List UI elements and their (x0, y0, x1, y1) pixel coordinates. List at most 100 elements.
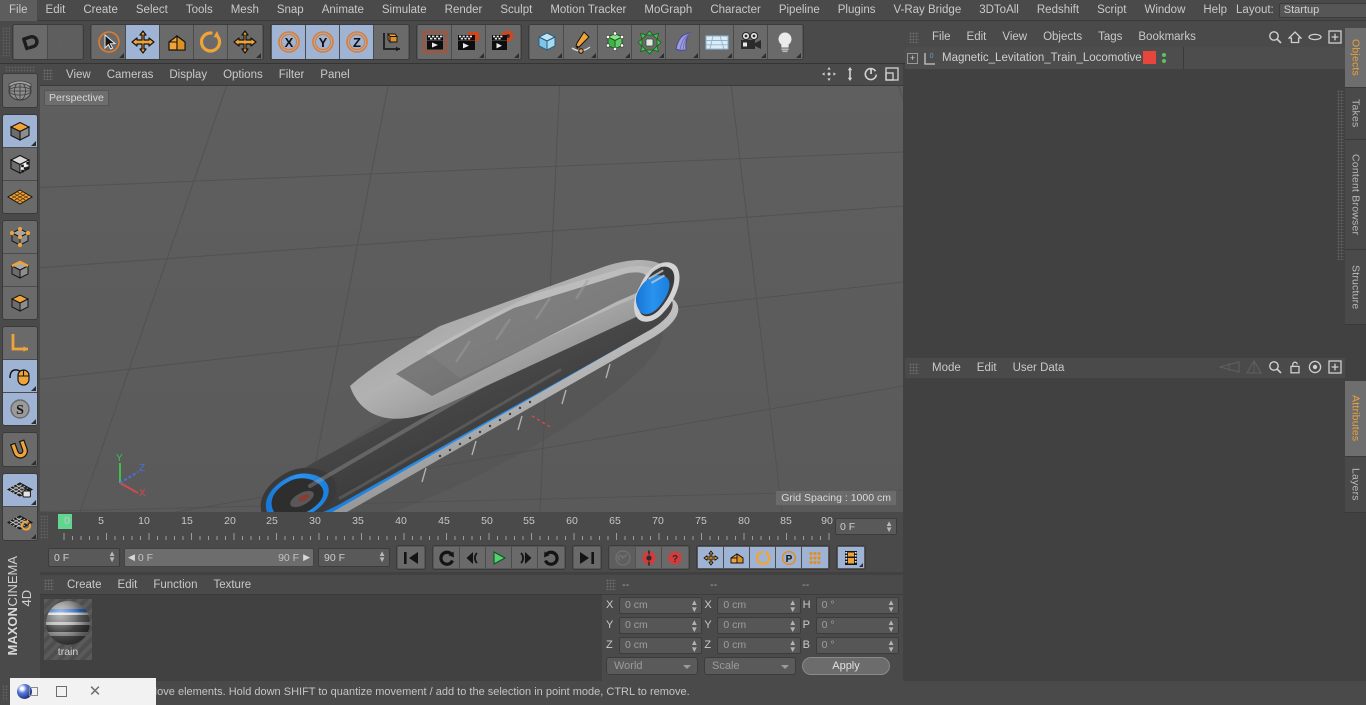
render-settings-button[interactable] (486, 25, 520, 59)
workplane-rotate-button[interactable] (3, 506, 37, 540)
step-forward-button[interactable] (512, 547, 538, 568)
coordinate-system-dropdown[interactable]: World (606, 657, 698, 675)
animation-mode-button[interactable] (838, 547, 864, 568)
timeline-track[interactable]: 0 5 10 15 20 25 30 35 40 45 50 55 60 65 … (58, 514, 833, 542)
play-reverse-loop-button[interactable] (434, 547, 460, 568)
rotation-h-input[interactable]: 0 ° ▲ ▼ (815, 596, 899, 614)
tab-takes[interactable]: Takes (1345, 88, 1366, 140)
position-x-input[interactable]: 0 cm ▲ ▼ (619, 596, 703, 614)
spinner-icon[interactable]: ▲ ▼ (690, 638, 698, 653)
tab-content-browser[interactable]: Content Browser (1345, 140, 1366, 250)
menu-item-tools[interactable]: Tools (177, 0, 222, 21)
toolbar-grip[interactable] (2, 27, 10, 57)
object-menu-bookmarks[interactable]: Bookmarks (1130, 28, 1204, 47)
spinner-icon[interactable]: ▲ ▼ (789, 618, 797, 633)
spinner-icon[interactable]: ▲ ▼ (789, 598, 797, 613)
make-editable-button[interactable] (3, 115, 37, 148)
range-right-arrow-icon[interactable]: ▶ (303, 552, 310, 563)
coordinates-grip[interactable] (606, 579, 616, 590)
timeline-frame-field[interactable]: 0 F ▲ ▼ (835, 518, 897, 535)
menu-item-plugins[interactable]: Plugins (829, 0, 885, 21)
left-toolbar-grip[interactable] (5, 66, 35, 73)
menu-item-file[interactable]: File (0, 0, 37, 21)
menu-item-simulate[interactable]: Simulate (373, 0, 436, 21)
preview-range-slider[interactable]: ◀ 0 F 90 F ▶ (124, 548, 314, 567)
scale-key-button[interactable] (724, 547, 750, 568)
dolly-view-icon[interactable] (843, 67, 857, 81)
position-z-input[interactable]: 0 cm ▲ ▼ (619, 636, 703, 654)
rotation-p-input[interactable]: 0 ° ▲ ▼ (815, 616, 899, 634)
object-menu-tags[interactable]: Tags (1090, 28, 1130, 47)
size-z-input[interactable]: 0 cm ▲ ▼ (717, 636, 801, 654)
material-menu-create[interactable]: Create (59, 575, 110, 595)
range-left-arrow-icon[interactable]: ◀ (128, 552, 135, 563)
tab-attributes[interactable]: Attributes (1345, 381, 1366, 457)
scale-tool[interactable] (160, 25, 194, 59)
spinner-icon[interactable]: ▲ ▼ (378, 550, 386, 564)
redo-button[interactable] (48, 25, 82, 59)
add-light-button[interactable] (768, 25, 802, 59)
material-tag-icon[interactable] (1143, 51, 1156, 64)
material-menu-edit[interactable]: Edit (110, 575, 146, 595)
pan-view-icon[interactable] (822, 67, 836, 81)
polygon-mode-button[interactable] (3, 286, 37, 320)
render-to-picture-viewer-button[interactable] (452, 25, 486, 59)
lock-x-axis[interactable]: X (272, 25, 306, 59)
menu-item-vray-bridge[interactable]: V-Ray Bridge (884, 0, 970, 21)
snap-magnet-button[interactable] (3, 433, 37, 467)
add-cube-button[interactable] (530, 25, 564, 59)
home-icon[interactable] (1288, 30, 1302, 44)
viewport-menu-options[interactable]: Options (215, 64, 271, 86)
close-window-icon[interactable]: ✕ (78, 678, 112, 705)
menu-item-mograph[interactable]: MoGraph (635, 0, 701, 21)
object-tree[interactable]: + 0 Magnetic_Levitation_Train_Locomotive (905, 47, 1345, 353)
pla-key-button[interactable] (802, 547, 828, 568)
viewport-solo-button[interactable] (3, 180, 37, 214)
viewport-menu-panel[interactable]: Panel (312, 64, 357, 86)
tab-layers[interactable]: Layers (1345, 457, 1366, 513)
menu-item-select[interactable]: Select (127, 0, 177, 21)
material-menu-texture[interactable]: Texture (205, 575, 259, 595)
undo-button[interactable] (14, 25, 48, 59)
add-scene-object-button[interactable] (666, 25, 700, 59)
add-spline-button[interactable] (564, 25, 598, 59)
soft-selection-button[interactable]: S (3, 392, 37, 426)
object-menu-objects[interactable]: Objects (1035, 28, 1090, 47)
viewport-menu-display[interactable]: Display (161, 64, 215, 86)
object-menu-edit[interactable]: Edit (959, 28, 995, 47)
viewport-menu-cameras[interactable]: Cameras (99, 64, 162, 86)
search-icon[interactable] (1268, 30, 1282, 44)
menu-item-redshift[interactable]: Redshift (1028, 0, 1088, 21)
menu-item-create[interactable]: Create (74, 0, 127, 21)
add-floor-button[interactable] (700, 25, 734, 59)
attribute-manager-grip[interactable] (909, 362, 919, 374)
menu-item-sculpt[interactable]: Sculpt (491, 0, 541, 21)
search-icon[interactable] (1268, 360, 1282, 374)
material-menu-grip[interactable] (44, 579, 54, 590)
current-frame-input[interactable]: 0 F ▲ ▼ (48, 548, 120, 567)
edge-mode-button[interactable] (3, 253, 37, 287)
attribute-menu-mode[interactable]: Mode (924, 358, 969, 378)
spinner-icon[interactable]: ▲ ▼ (887, 618, 895, 633)
spinner-icon[interactable]: ▲ ▼ (885, 520, 893, 534)
position-y-input[interactable]: 0 cm ▲ ▼ (619, 616, 703, 634)
position-key-button[interactable] (698, 547, 724, 568)
spinner-icon[interactable]: ▲ ▼ (690, 618, 698, 633)
menu-item-edit[interactable]: Edit (37, 0, 75, 21)
viewport-menu-filter[interactable]: Filter (271, 64, 313, 86)
spinner-icon[interactable]: ▲ ▼ (789, 638, 797, 653)
attribute-menu-user-data[interactable]: User Data (1005, 358, 1073, 378)
status-bar-grip[interactable] (2, 685, 8, 701)
menu-item-mesh[interactable]: Mesh (222, 0, 268, 21)
rotate-tool[interactable] (194, 25, 228, 59)
size-x-input[interactable]: 0 cm ▲ ▼ (717, 596, 801, 614)
panel-resize-grip[interactable] (1337, 90, 1344, 260)
layout-dropdown[interactable]: Startup (1278, 2, 1366, 18)
spinner-icon[interactable]: ▲ ▼ (887, 638, 895, 653)
menu-item-help[interactable]: Help (1194, 0, 1236, 21)
timeline-ruler[interactable]: 0 5 10 15 20 25 30 35 40 45 50 55 60 65 … (48, 514, 903, 542)
target-icon[interactable] (1308, 360, 1322, 374)
spinner-icon[interactable]: ▲ ▼ (690, 598, 698, 613)
spinner-icon[interactable]: ▲ ▼ (108, 550, 116, 564)
tab-objects[interactable]: Objects (1345, 28, 1366, 88)
